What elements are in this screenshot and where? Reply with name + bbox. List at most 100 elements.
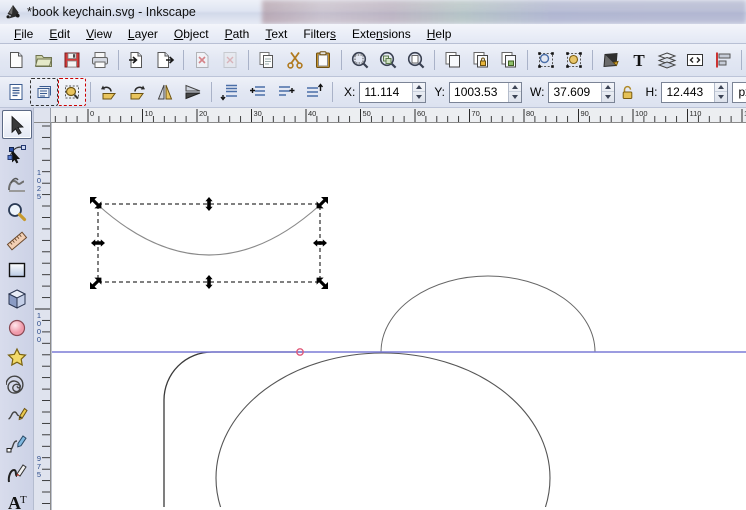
menu-help[interactable]: Help <box>419 25 460 43</box>
open-document-icon[interactable] <box>30 46 58 74</box>
undo-icon[interactable] <box>188 46 216 74</box>
fill-stroke-dialog-icon[interactable] <box>597 46 625 74</box>
y-input[interactable] <box>450 82 509 102</box>
handle-top-right[interactable] <box>316 197 328 209</box>
rotate-cw-90-icon[interactable] <box>123 78 151 106</box>
units-dropdown[interactable]: px <box>732 81 746 103</box>
toolbar-separator <box>741 50 742 70</box>
text-font-dialog-icon[interactable]: T <box>625 46 653 74</box>
h-spinner[interactable] <box>714 82 728 102</box>
zoom-drawing-icon[interactable] <box>374 46 402 74</box>
y-spinner[interactable] <box>508 82 522 102</box>
horizontal-ruler[interactable]: 0102030405060708090100110120 <box>51 108 746 123</box>
duplicate-icon[interactable] <box>439 46 467 74</box>
h-input[interactable] <box>662 82 715 102</box>
drawing-canvas[interactable] <box>51 123 746 510</box>
flip-horizontal-icon[interactable] <box>151 78 179 106</box>
svg-text:100: 100 <box>635 109 648 118</box>
select-all-layers-icon[interactable] <box>30 78 58 106</box>
node-editor-icon <box>7 144 26 163</box>
copy-icon[interactable] <box>253 46 281 74</box>
selection-group[interactable] <box>90 197 328 289</box>
x-spinner[interactable] <box>412 82 426 102</box>
x-input[interactable] <box>360 82 413 102</box>
svg-text:50: 50 <box>363 109 371 118</box>
xml-editor-icon[interactable] <box>681 46 709 74</box>
handle-bottom-left[interactable] <box>90 277 102 289</box>
selected-arc-path[interactable] <box>97 204 321 256</box>
toolbar-separator <box>211 82 212 102</box>
menu-file[interactable]: File <box>6 25 41 43</box>
w-input[interactable] <box>549 82 602 102</box>
svg-text:20: 20 <box>199 109 207 118</box>
handle-top-left[interactable] <box>90 197 102 209</box>
canvas-area: 0102030405060708090100110120 10251000975 <box>34 108 746 510</box>
menu-edit[interactable]: Edit <box>41 25 78 43</box>
raise-icon[interactable] <box>244 78 272 106</box>
vertical-ruler[interactable]: 10251000975 <box>34 123 51 510</box>
import-icon[interactable] <box>123 46 151 74</box>
y-field[interactable] <box>449 81 523 103</box>
magnifier-icon <box>7 202 26 221</box>
ellipse-tool[interactable] <box>2 313 32 342</box>
x-field[interactable] <box>359 81 427 103</box>
redo-icon[interactable] <box>216 46 244 74</box>
layers-dialog-icon[interactable] <box>653 46 681 74</box>
bezier-tool[interactable] <box>2 429 32 458</box>
mask-set-icon[interactable] <box>560 46 588 74</box>
svg-text:80: 80 <box>526 109 534 118</box>
calligraphy-tool[interactable] <box>2 458 32 487</box>
rounded-corner-path[interactable] <box>163 351 303 507</box>
pencil-tool[interactable] <box>2 400 32 429</box>
handle-right-middle[interactable] <box>313 239 327 247</box>
new-document-icon[interactable] <box>2 46 30 74</box>
measure-tool[interactable] <box>2 226 32 255</box>
selection-handles[interactable] <box>90 197 328 289</box>
w-spinner[interactable] <box>601 82 615 102</box>
w-field[interactable] <box>548 81 616 103</box>
tweak-tool[interactable] <box>2 168 32 197</box>
align-distribute-icon[interactable] <box>709 46 737 74</box>
save-document-icon[interactable] <box>58 46 86 74</box>
deselect-icon[interactable] <box>58 78 86 106</box>
lock-ratio-icon[interactable] <box>616 80 638 104</box>
menu-object[interactable]: Object <box>166 25 217 43</box>
rectangle-tool[interactable] <box>2 255 32 284</box>
menu-view[interactable]: View <box>78 25 120 43</box>
lower-icon[interactable] <box>272 78 300 106</box>
box3d-tool[interactable] <box>2 284 32 313</box>
h-field[interactable] <box>661 81 729 103</box>
select-all-icon[interactable] <box>2 78 30 106</box>
spiral-tool[interactable] <box>2 371 32 400</box>
outer-ellipse-path[interactable] <box>215 352 551 507</box>
selector-tool[interactable] <box>1 110 32 139</box>
inner-arc-path[interactable] <box>380 275 596 353</box>
horizontal-ruler-ticks: 0102030405060708090100110120 <box>54 109 746 122</box>
menu-path[interactable]: Path <box>217 25 258 43</box>
zoom-page-icon[interactable] <box>402 46 430 74</box>
cut-icon[interactable] <box>281 46 309 74</box>
menu-extensions[interactable]: Extensions <box>344 25 419 43</box>
handle-bottom-right[interactable] <box>316 277 328 289</box>
raise-to-top-icon[interactable] <box>216 78 244 106</box>
menu-layer[interactable]: Layer <box>120 25 166 43</box>
vertical-ruler-ticks: 10251000975 <box>35 125 50 504</box>
lower-to-bottom-icon[interactable] <box>300 78 328 106</box>
group-icon[interactable] <box>467 46 495 74</box>
rotate-ccw-90-icon[interactable] <box>95 78 123 106</box>
export-icon[interactable] <box>151 46 179 74</box>
ruler-corner[interactable] <box>34 108 51 123</box>
clip-set-icon[interactable] <box>532 46 560 74</box>
menu-text[interactable]: Text <box>257 25 295 43</box>
print-document-icon[interactable] <box>86 46 114 74</box>
menu-filters[interactable]: Filters <box>295 25 344 43</box>
node-tool[interactable] <box>2 139 32 168</box>
zoom-tool[interactable] <box>2 197 32 226</box>
zoom-selection-icon[interactable] <box>346 46 374 74</box>
ungroup-icon[interactable] <box>495 46 523 74</box>
star-tool[interactable] <box>2 342 32 371</box>
paste-icon[interactable] <box>309 46 337 74</box>
text-tool[interactable]: A T <box>2 487 32 510</box>
text-a-icon: A T <box>8 493 27 510</box>
flip-vertical-icon[interactable] <box>179 78 207 106</box>
